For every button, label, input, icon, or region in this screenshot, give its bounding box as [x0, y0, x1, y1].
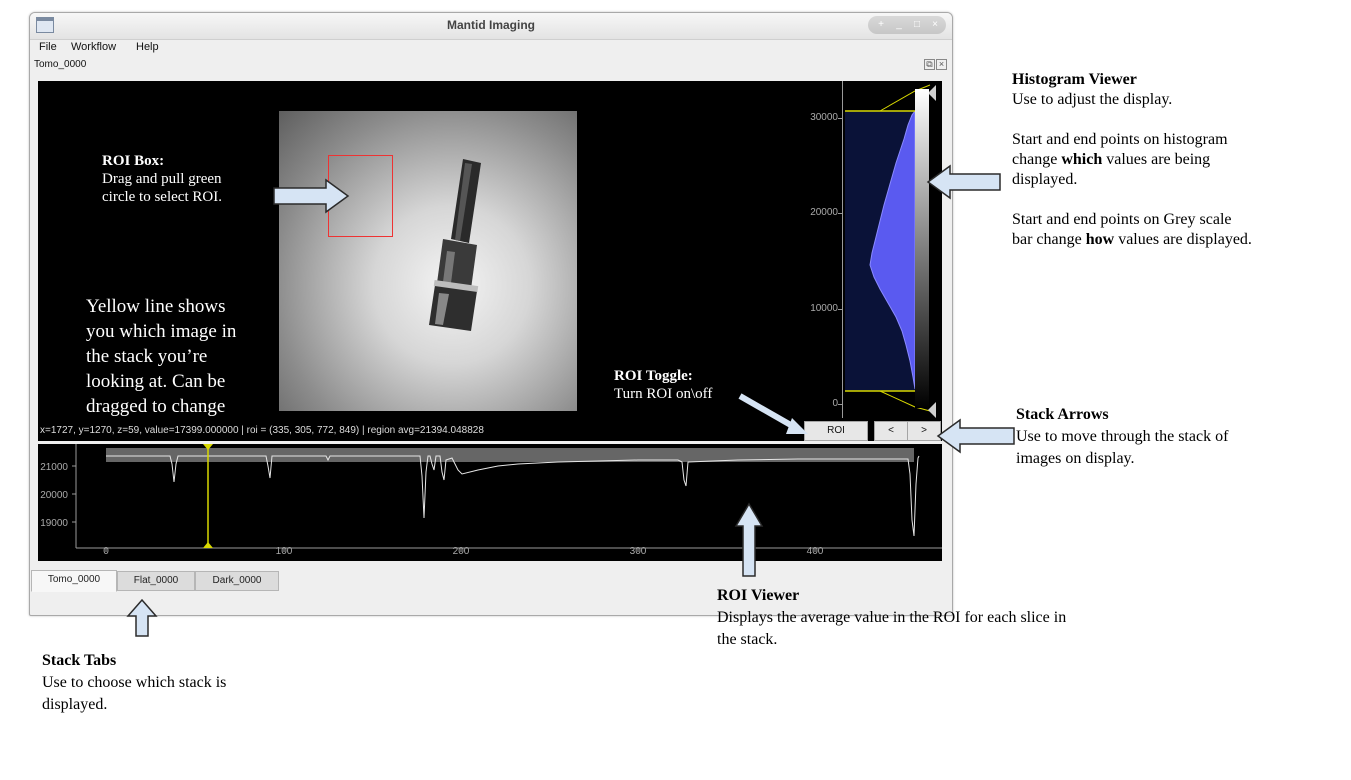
maximize-icon[interactable]: □	[910, 18, 924, 32]
roi-x-tick: 0	[103, 546, 109, 557]
roi-box-arrow-icon	[273, 178, 350, 214]
annotation-text: Start and end points on histogram	[1012, 131, 1228, 148]
annotation-text: Turn ROI on\off	[614, 386, 713, 402]
title-bar: Mantid Imaging + _ □ ×	[30, 13, 952, 40]
annotation-emphasis: how	[1085, 231, 1115, 248]
roi-box-annotation: ROI Box: Drag and pull green circle to s…	[102, 152, 222, 206]
dock-close-icon[interactable]: ×	[936, 59, 947, 70]
roi-y-tick: 19000	[40, 518, 68, 529]
annotation-text: Yellow line shows	[86, 296, 226, 317]
menu-bar: File Workflow Help	[30, 40, 952, 56]
dock-buttons: ⧉ ×	[923, 59, 947, 70]
menu-file[interactable]: File	[39, 41, 57, 53]
annotation-heading: ROI Viewer	[717, 587, 800, 604]
minimize-icon[interactable]: _	[892, 18, 906, 32]
annotation-text: values are being	[1102, 151, 1211, 168]
annotation-text: bar change	[1012, 231, 1086, 248]
roi-toggle-button[interactable]: ROI	[804, 421, 868, 441]
annotation-heading: Stack Arrows	[1016, 406, 1109, 423]
annotation-text: the stack you’re	[86, 346, 208, 367]
yellow-line-annotation: Yellow line shows you which image in the…	[86, 294, 236, 419]
annotation-text: the stack.	[717, 631, 778, 648]
annotation-text: change	[1012, 151, 1062, 168]
stack-arrows-annotation: Stack Arrows Use to move through the sta…	[1016, 404, 1228, 470]
annotation-text: images on display.	[1016, 450, 1135, 467]
annotation-text: values are displayed.	[1114, 231, 1252, 248]
annotation-heading: ROI Toggle:	[614, 368, 693, 384]
histogram-arrow-icon	[926, 164, 1001, 200]
annotation-text: circle to select ROI.	[102, 189, 222, 205]
roi-line-chart: 21000 20000 19000 0 100 200 300 400	[40, 444, 942, 557]
roi-x-tick: 400	[807, 546, 824, 557]
pin-icon[interactable]: +	[874, 18, 888, 32]
annotation-text: Use to move through the stack of	[1016, 428, 1229, 445]
roi-viewer-arrow-icon	[734, 502, 764, 577]
roi-x-tick: 200	[453, 546, 470, 557]
annotation-text: Use to choose which stack is	[42, 674, 227, 691]
tab-dark[interactable]: Dark_0000	[195, 571, 279, 591]
annotation-text: change which values are being	[1012, 150, 1252, 170]
stack-arrows-arrow-icon	[936, 418, 1015, 454]
grey-scale-bar[interactable]	[915, 89, 929, 408]
roi-viewer-annotation: ROI Viewer Displays the average value in…	[717, 585, 1066, 651]
roi-y-tick: 20000	[40, 490, 68, 501]
window-title: Mantid Imaging	[447, 18, 535, 32]
annotation-heading: ROI Box:	[102, 153, 165, 169]
menu-workflow[interactable]: Workflow	[71, 41, 116, 53]
window-controls: + _ □ ×	[868, 16, 946, 34]
dock-title: Tomo_0000	[34, 59, 87, 70]
annotation-text: looking at. Can be	[86, 371, 226, 392]
histogram-viewer[interactable]: 30000 20000 10000 0	[800, 81, 942, 418]
annotation-heading: Histogram Viewer	[1012, 71, 1137, 88]
annotation-emphasis: which	[1061, 151, 1103, 168]
roi-viewer-plot[interactable]: 21000 20000 19000 0 100 200 300 400	[38, 444, 942, 561]
annotation-text: displayed.	[1012, 171, 1078, 188]
annotation-text: Use to adjust the display.	[1012, 91, 1173, 108]
roi-x-tick: 300	[630, 546, 647, 557]
tab-tomo[interactable]: Tomo_0000	[31, 570, 117, 592]
annotation-text: you which image in	[86, 321, 237, 342]
roi-toggle-annotation: ROI Toggle: Turn ROI on\off	[614, 367, 712, 403]
histogram-annotation: Histogram Viewer Use to adjust the displ…	[1012, 70, 1252, 250]
annotation-text: bar change how values are displayed.	[1012, 230, 1252, 250]
menu-help[interactable]: Help	[136, 41, 159, 53]
roi-y-tick: 21000	[40, 462, 68, 473]
close-icon[interactable]: ×	[928, 18, 942, 32]
annotation-text: Displays the average value in the ROI fo…	[717, 609, 1067, 626]
stack-tabs-annotation: Stack Tabs Use to choose which stack is …	[42, 650, 226, 716]
tomography-image	[279, 111, 577, 411]
annotation-heading: Stack Tabs	[42, 652, 117, 669]
annotation-text: displayed.	[42, 696, 108, 713]
float-icon[interactable]: ⧉	[924, 59, 935, 70]
annotation-text: Start and end points on Grey scale	[1012, 211, 1232, 228]
annotation-text: dragged to change	[86, 396, 226, 417]
sample-rod-icon	[429, 159, 481, 331]
roi-x-tick: 100	[276, 546, 293, 557]
roi-toggle-arrow-icon	[738, 393, 808, 434]
stack-tabs-arrow-icon	[126, 598, 158, 637]
prev-image-button[interactable]: <	[874, 421, 908, 441]
tab-flat[interactable]: Flat_0000	[117, 571, 195, 591]
status-readout: x=1727, y=1270, z=59, value=17399.000000…	[40, 425, 484, 436]
annotation-text: Drag and pull green	[102, 171, 222, 187]
